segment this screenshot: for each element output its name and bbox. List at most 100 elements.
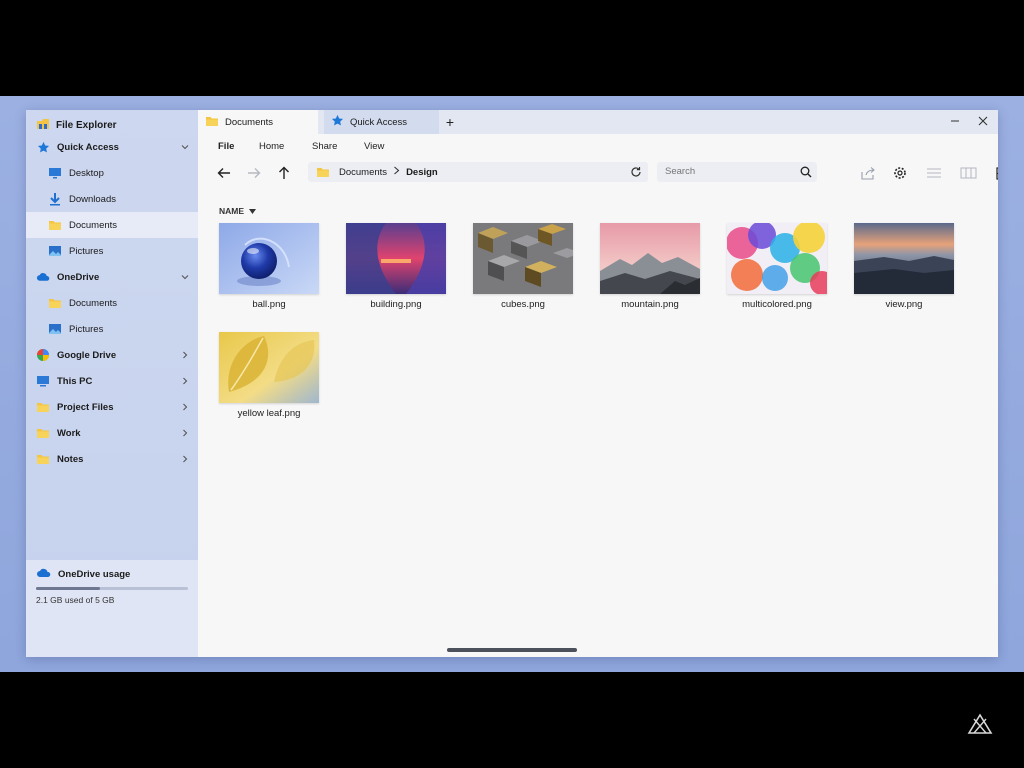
sidebar-item-label: Notes <box>57 453 84 465</box>
sidebar-item-label: Desktop <box>69 167 104 179</box>
watermark-logo <box>967 713 993 734</box>
image-thumbnail <box>219 332 319 403</box>
chevron-right-icon[interactable] <box>180 350 190 360</box>
app-title: File Explorer <box>36 117 117 133</box>
home-indicator[interactable] <box>447 648 577 652</box>
tab-quick-access[interactable]: Quick Access <box>324 110 439 134</box>
image-thumbnail <box>473 223 573 294</box>
sidebar-item-onedrive-documents[interactable]: Documents <box>26 290 198 316</box>
usage-text: 2.1 GB used of 5 GB <box>36 595 115 605</box>
sidebar-item-pictures[interactable]: Pictures <box>26 238 198 264</box>
file-tile-mountain[interactable]: mountain.png <box>600 223 700 317</box>
sidebar-item-documents[interactable]: Documents <box>26 212 198 238</box>
file-tile-building[interactable]: building.png <box>346 223 446 317</box>
arrow-up-icon <box>279 166 289 179</box>
gear-icon <box>894 167 906 179</box>
file-tile-view[interactable]: view.png <box>854 223 954 317</box>
file-tile-ball[interactable]: ball.png <box>219 223 319 317</box>
sidebar-item-this-pc[interactable]: This PC <box>26 368 198 394</box>
folder-icon <box>205 115 219 130</box>
breadcrumb-parent[interactable]: Documents <box>339 167 387 178</box>
sidebar-item-downloads[interactable]: Downloads <box>26 186 198 212</box>
file-name: building.png <box>370 299 422 310</box>
desktop-background: File Explorer Quick Access Desktop Downl… <box>0 96 1024 672</box>
share-icon <box>860 166 875 180</box>
usage-progress-bar <box>36 587 188 590</box>
minimize-button[interactable] <box>946 114 964 130</box>
tab-label: Documents <box>225 116 274 128</box>
sidebar-item-desktop[interactable]: Desktop <box>26 160 198 186</box>
file-tile-cubes[interactable]: cubes.png <box>473 223 573 317</box>
sidebar-item-label: Documents <box>69 297 118 309</box>
sidebar-item-label: Work <box>57 427 81 439</box>
folder-icon <box>48 296 62 310</box>
chevron-right-icon[interactable] <box>180 376 190 386</box>
chevron-down-icon[interactable] <box>180 272 190 282</box>
sidebar-item-label: Quick Access <box>57 141 119 153</box>
columns-view-icon <box>960 167 976 179</box>
image-thumbnail <box>346 223 446 294</box>
file-tile-multicolored[interactable]: multicolored.png <box>727 223 827 317</box>
toolbar: Documents Design <box>198 158 998 188</box>
sidebar-item-google-drive[interactable]: Google Drive <box>26 342 198 368</box>
file-explorer-icon <box>36 117 50 134</box>
sidebar-item-project-files[interactable]: Project Files <box>26 394 198 420</box>
google-drive-icon <box>36 348 50 362</box>
sidebar-item-work[interactable]: Work <box>26 420 198 446</box>
sidebar-item-onedrive-pictures[interactable]: Pictures <box>26 316 198 342</box>
share-button[interactable] <box>858 164 878 182</box>
sidebar: File Explorer Quick Access Desktop Downl… <box>26 110 198 657</box>
back-button[interactable] <box>214 164 234 182</box>
tab-label: Quick Access <box>350 116 408 128</box>
chevron-right-icon[interactable] <box>180 428 190 438</box>
menu-view[interactable]: View <box>364 141 384 152</box>
address-bar[interactable]: Documents Design <box>308 162 648 182</box>
grid-view-button[interactable] <box>992 164 998 182</box>
list-view-button[interactable] <box>924 164 944 182</box>
sidebar-item-label: This PC <box>57 375 93 387</box>
up-button[interactable] <box>274 164 294 182</box>
sidebar-item-notes[interactable]: Notes <box>26 446 198 472</box>
sort-down-icon <box>249 208 257 214</box>
sidebar-item-onedrive[interactable]: OneDrive <box>26 264 198 290</box>
tab-bar: Documents Quick Access + <box>198 110 998 134</box>
name-column-header[interactable]: NAME <box>219 206 257 216</box>
cloud-icon <box>36 270 50 284</box>
app-title-text: File Explorer <box>56 119 117 131</box>
menu-share[interactable]: Share <box>312 141 337 152</box>
new-tab-button[interactable]: + <box>442 114 458 130</box>
file-explorer-window: File Explorer Quick Access Desktop Downl… <box>26 110 998 657</box>
menu-home[interactable]: Home <box>259 141 284 152</box>
menu-file[interactable]: File <box>218 141 234 152</box>
usage-progress-fill <box>36 587 100 590</box>
pc-icon <box>36 374 50 388</box>
folder-icon <box>36 426 50 440</box>
columns-view-button[interactable] <box>958 164 978 182</box>
onedrive-usage-panel: OneDrive usage 2.1 GB used of 5 GB <box>26 560 198 657</box>
file-name: ball.png <box>252 299 286 310</box>
folder-icon <box>36 452 50 466</box>
search-input[interactable] <box>657 162 817 182</box>
image-thumbnail <box>727 223 827 294</box>
close-button[interactable] <box>974 114 992 130</box>
sidebar-item-label: Google Drive <box>57 349 117 361</box>
chevron-down-icon[interactable] <box>180 142 190 152</box>
settings-button[interactable] <box>890 164 910 182</box>
list-view-icon <box>927 168 941 178</box>
tab-documents[interactable]: Documents <box>198 110 318 134</box>
column-header-label: NAME <box>219 206 245 216</box>
folder-icon <box>48 218 62 232</box>
chevron-right-icon[interactable] <box>180 454 190 464</box>
file-name: yellow leaf.png <box>237 408 301 419</box>
refresh-button[interactable] <box>628 164 644 180</box>
forward-button[interactable] <box>244 164 264 182</box>
close-icon <box>978 116 988 126</box>
search-icon[interactable] <box>800 166 812 181</box>
arrow-left-icon <box>217 168 230 178</box>
file-tile-yellow-leaf[interactable]: yellow leaf.png <box>219 332 319 426</box>
chevron-right-icon[interactable] <box>180 402 190 412</box>
sidebar-item-label: Pictures <box>69 323 104 335</box>
sidebar-item-quick-access[interactable]: Quick Access <box>26 134 198 160</box>
main-pane: Documents Quick Access + File Home Share <box>198 110 998 657</box>
breadcrumb-current[interactable]: Design <box>406 167 438 178</box>
